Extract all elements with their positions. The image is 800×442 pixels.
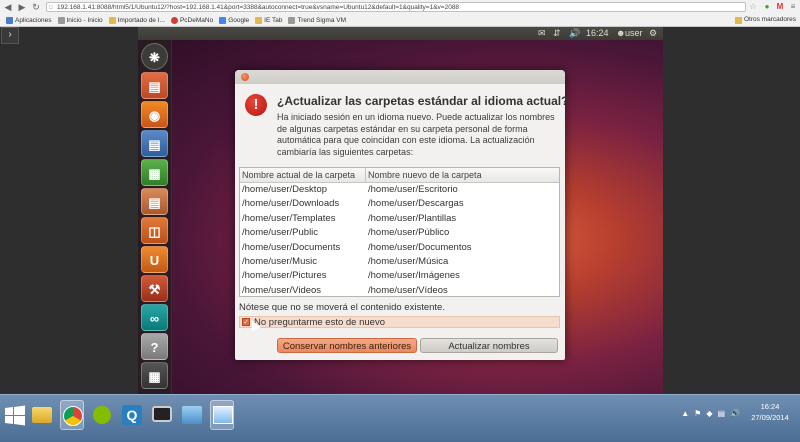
taskbar-spotify[interactable] — [90, 400, 114, 430]
top-panel: ✉ ⇵ 🔊 16:24 ☻ user ⚙ — [138, 27, 663, 40]
table-row[interactable]: /home/user/Videos/home/user/Vídeos — [240, 284, 559, 298]
folder-icon — [734, 16, 742, 24]
google-icon — [219, 16, 227, 24]
flag-icon[interactable]: ⚑ — [694, 409, 701, 418]
folder-icon — [108, 16, 116, 24]
table-row[interactable]: /home/user/Templates/home/user/Plantilla… — [240, 212, 559, 226]
back-icon[interactable]: ◀ — [2, 1, 14, 13]
dash-icon[interactable]: ❋ — [141, 43, 168, 70]
pin-icon — [170, 16, 178, 24]
sidebar-toggle-button[interactable]: › — [1, 27, 19, 44]
dialog-heading: ¿Actualizar las carpetas estándar al idi… — [277, 94, 569, 108]
page-icon: □ — [49, 5, 53, 11]
mail-icon[interactable]: ✉ — [538, 27, 546, 40]
menu-icon[interactable]: ≡ — [788, 2, 798, 12]
bookmark-5[interactable]: IE Tab — [255, 16, 282, 24]
table-body: /home/user/Desktop/home/user/Escritorio … — [240, 183, 559, 298]
calc-icon[interactable]: ▦ — [141, 159, 168, 186]
volume-icon[interactable]: 🔊 — [569, 27, 580, 40]
url-text: 192.168.1.41:8088/html5/1/Ubuntu12/?host… — [57, 4, 460, 11]
table-row[interactable]: /home/user/Documents/home/user/Documento… — [240, 241, 559, 255]
dont-ask-checkbox-row[interactable]: ✓ No preguntarme esto de nuevo — [239, 316, 560, 328]
system-tray: ▲ ⚑ ◆ ▤ 🔊 — [681, 409, 740, 418]
star-icon[interactable]: ☆ — [748, 2, 758, 12]
dont-ask-label[interactable]: No preguntarme esto de nuevo — [254, 317, 385, 328]
files-icon[interactable]: ▤ — [141, 72, 168, 99]
software-center-icon[interactable]: ◫ — [141, 217, 168, 244]
table-row[interactable]: /home/user/Downloads/home/user/Descargas — [240, 197, 559, 211]
table-row[interactable]: /home/user/Public/home/user/Público — [240, 226, 559, 240]
other-bookmarks[interactable]: Otros marcadores — [734, 14, 796, 26]
taskbar-clock[interactable]: 16:24 27/09/2014 — [744, 401, 796, 423]
gear-icon[interactable]: ⚙ — [649, 27, 657, 40]
taskbar-explorer[interactable] — [30, 400, 54, 430]
windows-taskbar: Q ▲ ⚑ ◆ ▤ 🔊 16:24 27/09/2014 — [0, 394, 800, 442]
writer-icon[interactable]: ▤ — [141, 130, 168, 157]
workspace-icon[interactable]: ▦ — [141, 362, 168, 389]
taskbar-paint[interactable] — [210, 400, 234, 430]
dropbox-icon[interactable]: ◆ — [706, 409, 712, 418]
taskbar-chrome[interactable] — [60, 400, 84, 430]
remote-icon — [182, 406, 202, 424]
q-app-icon: Q — [122, 405, 142, 425]
folder-icon — [255, 16, 263, 24]
bookmarks-bar: Aplicaciones Inicio - Inicio Importado d… — [0, 14, 800, 26]
network-icon[interactable]: ⇵ — [553, 27, 561, 40]
column-header-new[interactable]: Nombre nuevo de la carpeta — [366, 168, 482, 182]
keep-names-button[interactable]: Conservar nombres anteriores — [277, 338, 417, 353]
windows-start-icon[interactable] — [3, 404, 27, 428]
panel-clock[interactable]: 16:24 — [586, 27, 609, 40]
bookmark-1[interactable]: Inicio - Inicio — [57, 16, 103, 24]
firefox-icon[interactable]: ◉ — [141, 101, 168, 128]
reload-icon[interactable]: ↻ — [30, 1, 42, 13]
bookmark-3[interactable]: PcDeMaNo — [170, 16, 213, 24]
network-icon[interactable]: ▤ — [717, 409, 725, 418]
taskbar-remote[interactable] — [180, 400, 204, 430]
bookmark-2[interactable]: Importado de I... — [108, 16, 165, 24]
impress-icon[interactable]: ▤ — [141, 188, 168, 215]
forward-icon[interactable]: ▶ — [16, 1, 28, 13]
taskbar-app-q[interactable]: Q — [120, 400, 144, 430]
bookmark-6[interactable]: Trend Sigma VM — [288, 16, 346, 24]
table-header: Nombre actual de la carpeta Nombre nuevo… — [240, 168, 559, 183]
folder-icon — [32, 407, 52, 423]
folders-table: Nombre actual de la carpeta Nombre nuevo… — [239, 167, 560, 297]
launcher: ❋ ▤ ◉ ▤ ▦ ▤ ◫ U ⚒ ∞ ? ▦ — [138, 40, 172, 394]
ubuntu-one-icon[interactable]: U — [141, 246, 168, 273]
dialog-titlebar — [235, 70, 565, 84]
table-row[interactable]: /home/user/Desktop/home/user/Escritorio — [240, 183, 559, 197]
update-names-button[interactable]: Actualizar nombres — [420, 338, 558, 353]
page-icon — [57, 16, 65, 24]
taskbar-camera[interactable] — [150, 400, 174, 430]
settings-icon[interactable]: ⚒ — [141, 275, 168, 302]
panel-user[interactable]: user — [625, 27, 643, 40]
apps-icon — [6, 16, 13, 24]
table-row[interactable]: /home/user/Music/home/user/Música — [240, 255, 559, 269]
help-icon[interactable]: ? — [141, 333, 168, 360]
page-icon — [288, 16, 296, 24]
clock-time: 16:24 — [760, 402, 780, 411]
note-text: Nótese que no se moverá el contenido exi… — [239, 302, 445, 313]
extension-icon[interactable]: ● — [762, 2, 772, 12]
dialog-body: Ha iniciado sesión en un idioma nuevo. P… — [277, 112, 555, 157]
browser-chrome: ◀ ▶ ↻ □ 192.168.1.41:8088/html5/1/Ubuntu… — [0, 0, 800, 27]
gmail-icon[interactable]: M — [775, 2, 785, 12]
bookmark-4[interactable]: Google — [219, 16, 249, 24]
clock-date: 27/09/2014 — [751, 413, 789, 422]
address-bar[interactable]: □ 192.168.1.41:8088/html5/1/Ubuntu12/?ho… — [46, 2, 746, 12]
arduino-icon[interactable]: ∞ — [141, 304, 168, 331]
warning-icon: ! — [245, 94, 267, 116]
paint-icon — [213, 406, 233, 424]
table-row[interactable]: /home/user/Pictures/home/user/Imágenes — [240, 269, 559, 283]
column-header-current[interactable]: Nombre actual de la carpeta — [240, 168, 366, 182]
bookmark-0[interactable]: Aplicaciones — [6, 16, 52, 24]
spotify-icon — [93, 406, 111, 424]
chrome-icon — [63, 406, 83, 426]
volume-icon[interactable]: 🔊 — [730, 409, 740, 418]
close-button[interactable] — [241, 73, 249, 81]
tray-up-icon[interactable]: ▲ — [681, 409, 689, 418]
update-folders-dialog: ! ¿Actualizar las carpetas estándar al i… — [235, 70, 569, 360]
camera-icon — [152, 406, 172, 422]
